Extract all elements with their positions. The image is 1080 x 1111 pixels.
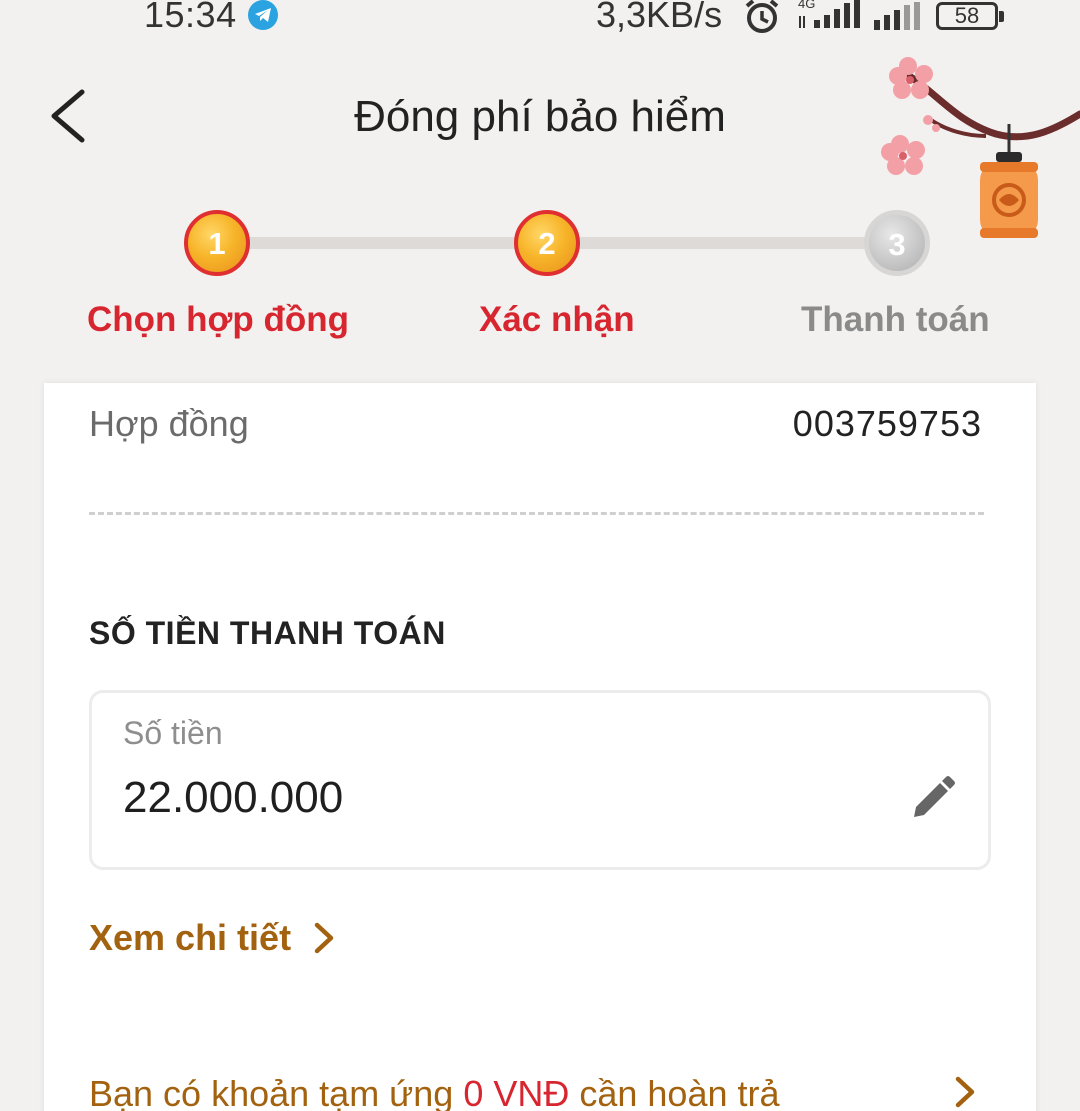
step-3-label: Thanh toán [801,300,990,339]
status-bar: 15:34 3,3KB/s 4G 58 [0,0,1080,40]
section-title: SỐ TIỀN THANH TOÁN [89,615,446,651]
amount-field[interactable]: Số tiền 22.000.000 [89,690,991,870]
amount-label: Số tiền [123,715,223,751]
step-number: 2 [538,226,556,261]
advance-amount: 0 VNĐ [463,1073,570,1111]
advance-text: Bạn có khoản tạm ứng 0 VNĐ cần hoàn trả [89,1073,780,1111]
step-number: 1 [208,226,226,261]
advance-prefix: Bạn có khoản tạm ứng [89,1073,464,1111]
step-2-indicator: 2 [514,210,580,276]
contract-number: 003759753 [792,403,982,444]
telegram-icon [248,0,278,30]
network-type-label: 4G [798,0,815,11]
status-time: 15:34 [144,0,237,35]
amount-value[interactable]: 22.000.000 [123,773,343,823]
step-3-indicator: 3 [864,210,930,276]
signal-icon [872,2,924,37]
step-1-indicator: 1 [184,210,250,276]
signal-icon: 4G [796,0,866,37]
view-details-label: Xem chi tiết [89,917,292,958]
step-connector [574,237,870,249]
step-connector [240,237,530,249]
step-1-label: Chọn hợp đồng [87,300,350,339]
progress-stepper: 1 2 3 Chọn hợp đồng Xác nhận Thanh toán [0,190,1080,360]
chevron-right-icon [955,1076,975,1108]
step-2-label: Xác nhận [479,300,635,339]
advance-suffix: cần hoàn trả [569,1073,780,1111]
network-speed: 3,3KB/s [596,0,723,35]
payment-card: Hợp đồng 003759753 SỐ TIỀN THANH TOÁN Số… [44,383,1036,1111]
battery-level: 58 [954,3,980,28]
view-details-link[interactable]: Xem chi tiết [89,917,335,959]
advance-repayment-row[interactable]: Bạn có khoản tạm ứng 0 VNĐ cần hoàn trả [89,1073,984,1111]
pencil-icon[interactable] [908,773,958,823]
chevron-right-icon [314,922,334,954]
step-number: 3 [888,227,906,262]
contract-label: Hợp đồng [89,403,249,444]
alarm-icon [742,0,782,39]
divider [89,512,984,515]
battery-icon: 58 [936,2,1004,30]
